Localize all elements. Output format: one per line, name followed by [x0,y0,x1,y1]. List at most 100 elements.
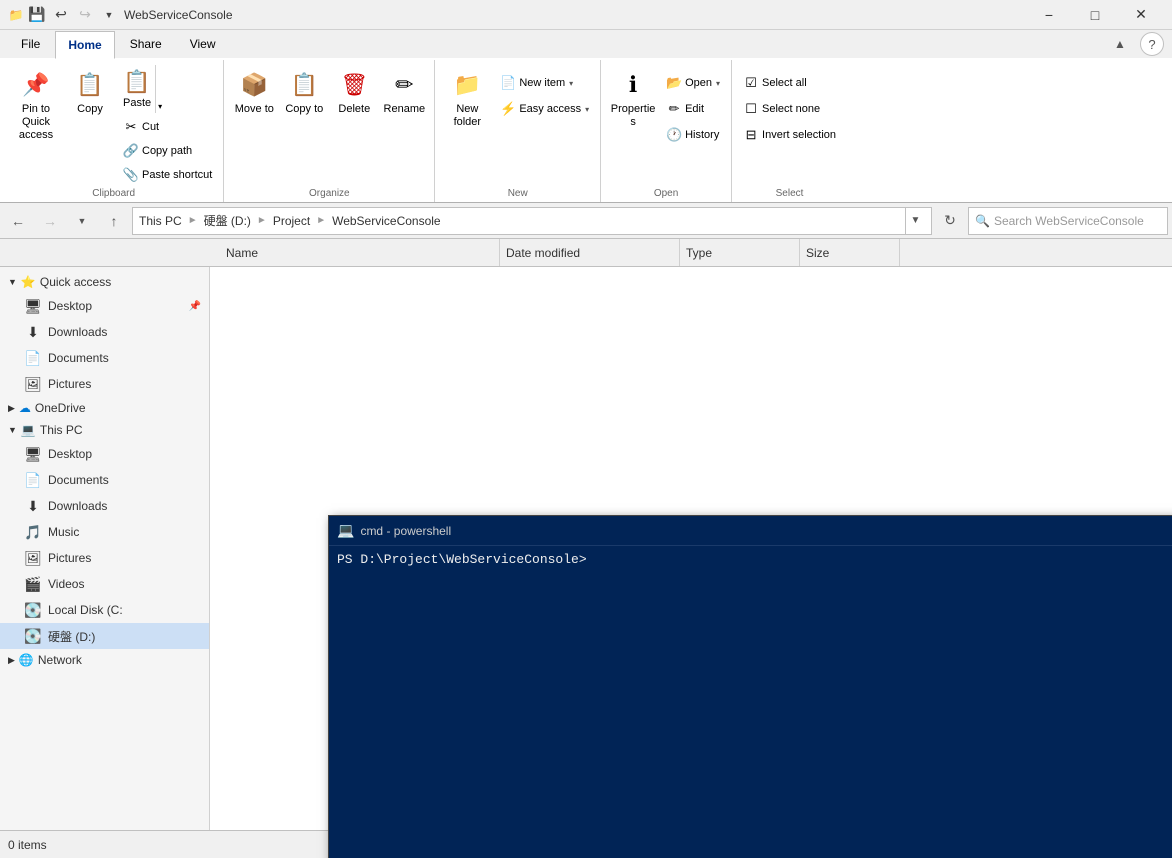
close-button[interactable]: ✕ [1118,0,1164,30]
forward-button[interactable]: → [36,207,64,235]
paste-shortcut-button[interactable]: 📎 Paste shortcut [118,164,217,186]
powershell-window: 💻 cmd - powershell − □ ✕ PS D:\Proje [328,515,1172,858]
select-group: ☑ Select all ☐ Select none ⊟ Invert sele… [732,60,847,202]
organize-label: Organize [230,186,428,202]
crumb-current[interactable]: WebServiceConsole [332,214,441,228]
title-bar: 📁 💾 ↩ ↪ ▼ WebServiceConsole − □ ✕ [0,0,1172,30]
col-header-name[interactable]: Name [220,239,500,266]
network-chevron: ▶ [8,655,15,666]
properties-button[interactable]: ℹ Properties [607,64,659,134]
paste-main[interactable]: 📋 Paste [119,65,155,113]
tab-file[interactable]: File [8,30,53,58]
new-folder-icon: 📁 [451,69,483,101]
up-button[interactable]: ↑ [100,207,128,235]
new-label: New [441,186,594,202]
copy-button[interactable]: 📋 Copy [64,64,116,132]
col-header-type[interactable]: Type [680,239,800,266]
delete-button[interactable]: 🗑 Delete [330,64,378,124]
redo-qat-button[interactable]: ↪ [74,4,96,26]
crumb-project[interactable]: Project [273,214,310,228]
qat-dropdown-button[interactable]: ▼ [98,4,120,26]
address-dropdown-button[interactable]: ▼ [905,207,925,235]
move-to-button[interactable]: 📦 Move to [230,64,278,124]
cut-label: Cut [142,121,159,133]
file-content-area[interactable]: This folder is empty. 💻 cmd - powershell… [210,267,1172,858]
tab-share[interactable]: Share [117,30,175,58]
minimize-button[interactable]: − [1026,0,1072,30]
tab-home[interactable]: Home [55,31,114,59]
back-button[interactable]: ← [4,207,32,235]
rename-icon: ✏ [388,69,420,101]
paste-dropdown-arrow[interactable]: ▾ [155,65,164,113]
downloads-icon: ⬇ [24,324,42,341]
pin-indicator: 📌 [189,301,201,312]
network-label: Network [38,653,82,667]
ribbon-header: File Home Share View ▲ ? [0,30,1172,58]
documents-icon: 📄 [24,350,42,367]
new-item-label: New item [519,77,565,89]
sidebar-item-pictures[interactable]: 🖼 Pictures [0,371,209,397]
copy-to-label: Copy to [285,103,323,116]
sidebar-section-onedrive[interactable]: ▶ ☁ OneDrive [0,397,209,419]
copy-path-button[interactable]: 🔗 Copy path [118,140,217,162]
downloads2-icon: ⬇ [24,498,42,515]
pin-to-quick-access-button[interactable]: 📌 Pin to Quick access [10,64,62,148]
copy-to-button[interactable]: 📋 Copy to [280,64,328,124]
quick-access-icon: ⭐ [21,275,36,289]
tab-view[interactable]: View [177,30,229,58]
ps-content-area[interactable]: PS D:\Project\WebServiceConsole> [329,546,1172,858]
save-qat-button[interactable]: 💾 [26,4,48,26]
copy-path-label: Copy path [142,145,192,157]
col-header-date[interactable]: Date modified [500,239,680,266]
sidebar-section-quick-access[interactable]: ▼ ⭐ Quick access [0,271,209,293]
easy-access-button[interactable]: ⚡ Easy access ▾ [495,98,594,120]
new-group: 📁 New folder 📄 New item ▾ ⚡ Easy access [435,60,601,202]
open-label: Open [685,77,712,89]
select-none-button[interactable]: ☐ Select none [738,98,841,120]
help-button[interactable]: ? [1140,32,1164,56]
quick-access-toolbar: 📁 💾 ↩ ↪ ▼ [8,0,120,30]
sidebar-item-documents[interactable]: 📄 Documents [0,345,209,371]
open-button[interactable]: 📂 Open ▾ [661,72,725,94]
recent-locations-button[interactable]: ▼ [68,207,96,235]
col-header-size[interactable]: Size [800,239,900,266]
sidebar-item-documents2[interactable]: 📄 Documents [0,467,209,493]
pictures-icon: 🖼 [24,376,42,393]
history-button[interactable]: 🕐 History [661,124,725,146]
rename-button[interactable]: ✏ Rename [380,64,428,124]
sidebar-item-desktop[interactable]: 🖥 Desktop 📌 [0,293,209,319]
sidebar-item-hard-disk-d[interactable]: 💽 硬盤 (D:) [0,623,209,649]
address-bar[interactable]: This PC ► 硬盤 (D:) ► Project ► WebService… [132,207,932,235]
new-item-button[interactable]: 📄 New item ▾ [495,72,594,94]
desktop2-label: Desktop [48,447,92,461]
move-to-icon: 📦 [238,69,270,101]
refresh-button[interactable]: ↻ [936,207,964,235]
sidebar-section-this-pc[interactable]: ▼ 💻 This PC [0,419,209,441]
sidebar-item-music[interactable]: 🎵 Music [0,519,209,545]
sidebar-item-videos[interactable]: 🎬 Videos [0,571,209,597]
edit-button[interactable]: ✏ Edit [661,98,725,120]
sidebar-item-pictures2[interactable]: 🖼 Pictures [0,545,209,571]
undo-qat-button[interactable]: ↩ [50,4,72,26]
music-label: Music [48,525,79,539]
paste-button[interactable]: 📋 Paste ▾ [118,64,217,114]
ribbon-collapse-button[interactable]: ▲ [1108,32,1132,56]
ps-prompt: PS D:\Project\WebServiceConsole> [337,552,587,567]
sidebar-item-local-disk-c[interactable]: 💽 Local Disk (C: [0,597,209,623]
search-bar[interactable]: 🔍 Search WebServiceConsole [968,207,1168,235]
select-label: Select [738,186,841,202]
sidebar-item-downloads[interactable]: ⬇ Downloads [0,319,209,345]
delete-label: Delete [338,103,370,116]
maximize-button[interactable]: □ [1072,0,1118,30]
select-none-icon: ☐ [743,101,759,117]
sidebar-item-desktop2[interactable]: 🖥 Desktop [0,441,209,467]
new-folder-button[interactable]: 📁 New folder [441,64,493,134]
cut-button[interactable]: ✂ Cut [118,116,217,138]
select-all-button[interactable]: ☑ Select all [738,72,841,94]
invert-selection-button[interactable]: ⊟ Invert selection [738,124,841,146]
sidebar-item-downloads2[interactable]: ⬇ Downloads [0,493,209,519]
crumb-this-pc[interactable]: This PC [139,214,182,228]
crumb-drive[interactable]: 硬盤 (D:) [204,212,251,229]
pictures2-label: Pictures [48,551,91,565]
sidebar-section-network[interactable]: ▶ 🌐 Network [0,649,209,671]
